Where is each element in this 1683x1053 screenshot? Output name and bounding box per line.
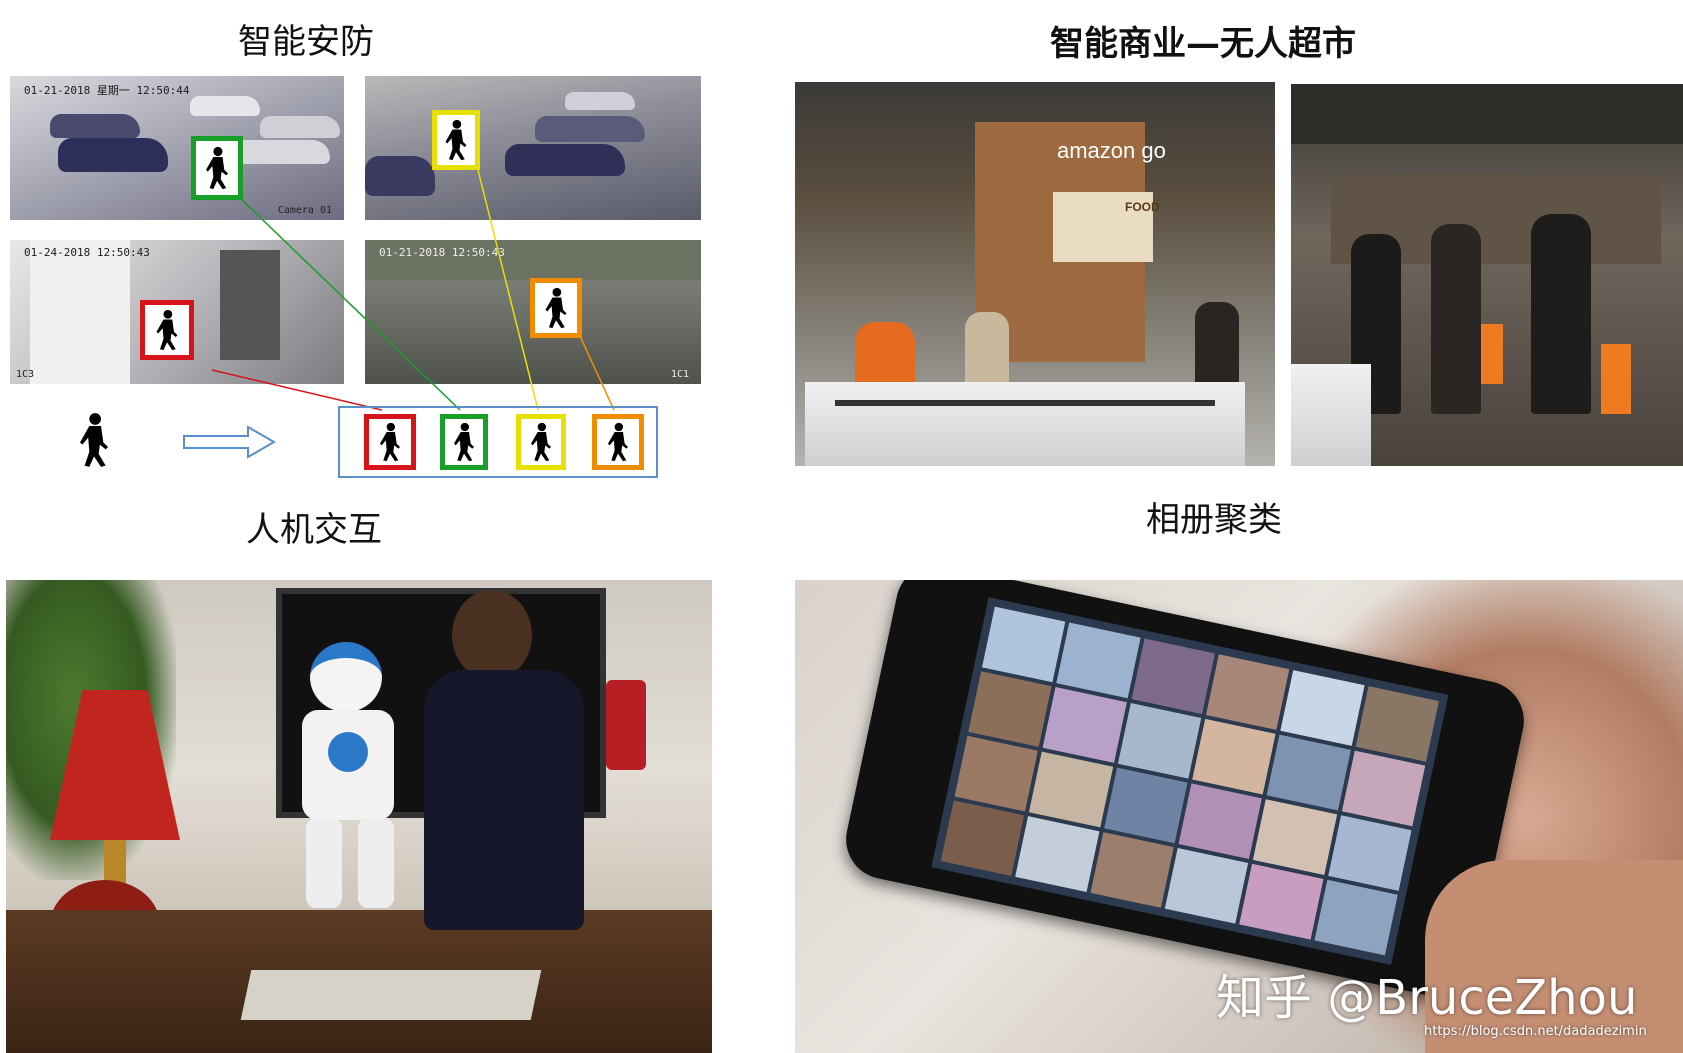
result-orange [592, 414, 644, 470]
store-brand-sign: amazon go [1057, 138, 1166, 163]
walking-person-icon [454, 422, 474, 462]
security-title: 智能安防 [238, 22, 374, 62]
watermark-main: 知乎 @BruceZhou [1216, 970, 1638, 1026]
result-red [364, 414, 416, 470]
walking-person-icon [80, 413, 108, 467]
album-title: 相册聚类 [1146, 500, 1282, 540]
walking-person-icon [531, 422, 551, 462]
result-yellow [516, 414, 566, 470]
walking-person-icon [608, 422, 628, 462]
retail-title: 智能商业—无人超市 [1050, 24, 1356, 64]
interaction-title: 人机交互 [246, 510, 382, 550]
query-person [72, 412, 116, 472]
store-photo-interior [1291, 84, 1683, 466]
match-results-frame [338, 406, 658, 478]
right-arrow-icon [183, 425, 277, 459]
watermark-url: https://blog.csdn.net/dadadezimin [1424, 1024, 1647, 1039]
walking-person-icon [380, 422, 400, 462]
food-sign: FOOD [1125, 200, 1160, 214]
robot-photo [6, 580, 712, 1053]
security-panel: 01-21-2018 星期一 12:50:44 Camera 01 01-24-… [0, 70, 720, 490]
result-green [440, 414, 488, 470]
store-photo-entrance: amazon go FOOD [795, 82, 1275, 466]
